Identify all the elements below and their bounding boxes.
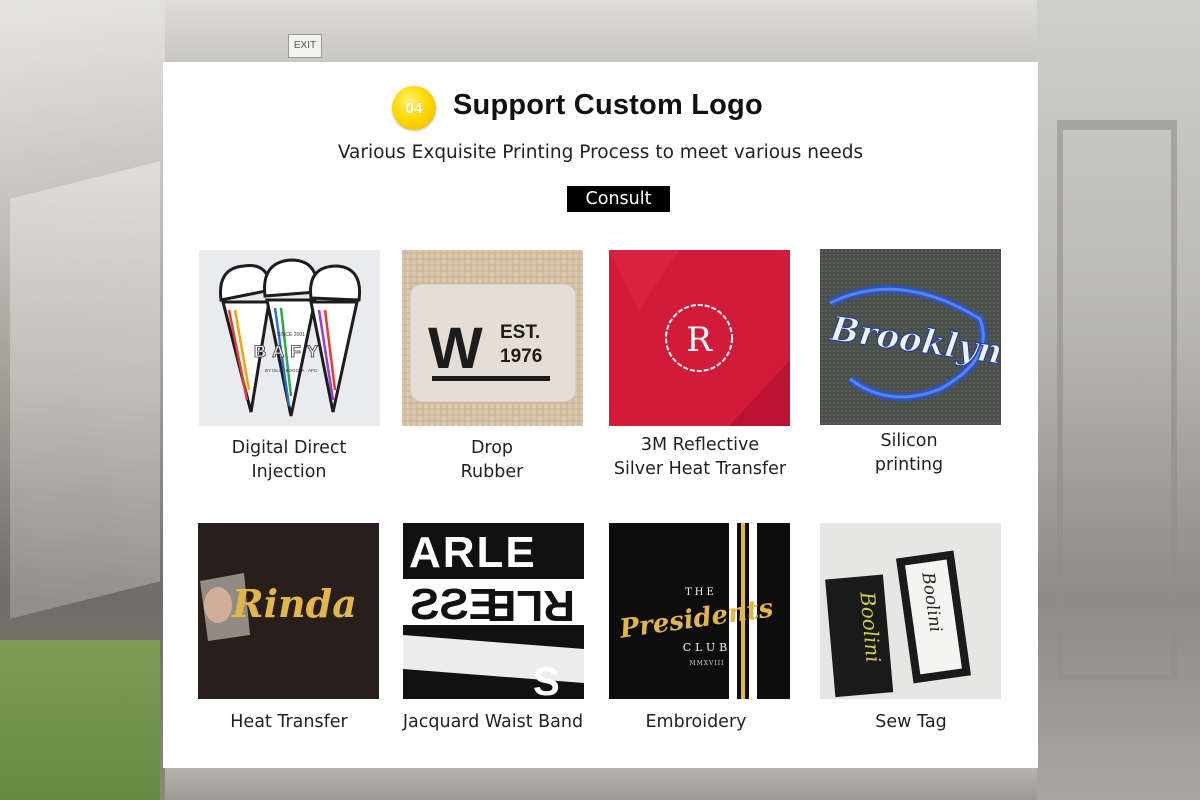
caption-embroidery: Embroidery xyxy=(586,710,806,734)
background-right-factory xyxy=(1037,0,1200,800)
caption-line-1: Drop xyxy=(470,438,514,458)
ice-cream-print-image: BAFY SINCE 2001 BY ISLA · BOGOTA · AFC xyxy=(199,250,380,426)
caption-heat-transfer: Heat Transfer xyxy=(179,710,399,734)
background-left-factory xyxy=(0,0,165,800)
caption-drop-rubber: Drop Rubber xyxy=(382,436,602,484)
rubber-est-text: EST. xyxy=(500,322,540,343)
caption-line-2: Rubber xyxy=(460,462,524,482)
caption-3m-reflective: 3M Reflective Silver Heat Transfer xyxy=(590,433,810,481)
caption-line-1: 3M Reflective xyxy=(640,435,760,455)
caption-line-2: printing xyxy=(874,455,944,475)
rubber-year-text: 1976 xyxy=(500,346,542,367)
caption-sew-tag: Sew Tag xyxy=(801,710,1021,734)
section-title: Support Custom Logo xyxy=(453,89,763,121)
badge-number: 04 xyxy=(405,99,423,117)
bafy-print-text: BAFY xyxy=(254,342,324,361)
consult-button[interactable]: Consult xyxy=(567,186,670,212)
embroidery-roman-text: MMXVIII xyxy=(689,660,724,667)
woven-tag-image: Boolini Boolini xyxy=(820,523,1001,699)
rubber-w-letter: W xyxy=(428,316,483,381)
caption-jacquard-waist-band: Jacquard Waist Band xyxy=(383,710,603,734)
waistband-row4-text: S xyxy=(533,660,560,699)
product-image-embroidery[interactable]: THE Presidents CLUB MMXVIII xyxy=(609,523,790,699)
caption-line-1: Silicon xyxy=(880,431,938,451)
product-image-jacquard-waist-band[interactable]: ARLE ESS RLE S xyxy=(403,523,584,699)
content-card: 04 Support Custom Logo Various Exquisite… xyxy=(163,62,1038,768)
waistband-image: ARLE ESS RLE S xyxy=(403,523,584,699)
waistband-row3-text: RLE xyxy=(487,581,575,630)
waistband-row1-text: ARLE xyxy=(409,528,537,577)
reflective-r-letter: R xyxy=(686,320,713,360)
caption-line-2: Silver Heat Transfer xyxy=(613,459,787,479)
since-print-text: SINCE 2001 xyxy=(277,332,305,338)
green-machine-shape xyxy=(0,640,160,800)
section-subtitle: Various Exquisite Printing Process to me… xyxy=(337,142,864,163)
product-image-3m-reflective[interactable]: R xyxy=(609,250,790,426)
product-image-heat-transfer[interactable]: Rinda xyxy=(198,523,379,699)
caption-line-2: Injection xyxy=(251,462,327,482)
caption-line-1: Embroidery xyxy=(645,712,747,732)
gold-heat-transfer-image: Rinda xyxy=(198,523,379,699)
waistband-row2-text: ESS xyxy=(410,580,498,629)
caption-digital-direct-injection: Digital Direct Injection xyxy=(179,436,399,484)
rubber-patch-image: W EST. 1976 xyxy=(402,250,583,426)
caption-line-1: Digital Direct xyxy=(231,438,347,458)
background-bottom xyxy=(165,768,1037,800)
caption-line-1: Heat Transfer xyxy=(230,712,348,732)
reflective-logo-image: R xyxy=(609,250,790,426)
caption-line-1: Jacquard Waist Band xyxy=(402,712,584,732)
embroidery-the-text: THE xyxy=(685,587,717,598)
product-image-drop-rubber[interactable]: W EST. 1976 xyxy=(402,250,583,426)
step-number-badge: 04 xyxy=(392,86,436,130)
exit-sign: EXIT xyxy=(288,34,322,58)
caption-silicon-printing: Silicon printing xyxy=(799,429,1019,477)
product-image-silicon-printing[interactable]: Brooklyn xyxy=(820,249,1001,425)
embroidery-club-text: CLUB xyxy=(683,641,731,654)
embroidery-image: THE Presidents CLUB MMXVIII xyxy=(609,523,790,699)
rack-shape xyxy=(1057,120,1177,680)
caption-line-1: Sew Tag xyxy=(875,712,947,732)
printing-machine-shape xyxy=(10,161,160,619)
product-image-sew-tag[interactable]: Boolini Boolini xyxy=(820,523,1001,699)
gold-script-text: Rinda xyxy=(231,581,357,626)
tagline-print-text: BY ISLA · BOGOTA · AFC xyxy=(265,368,318,373)
product-image-digital-direct-injection[interactable]: BAFY SINCE 2001 BY ISLA · BOGOTA · AFC xyxy=(199,250,380,426)
silicone-logo-image: Brooklyn xyxy=(820,249,1001,425)
